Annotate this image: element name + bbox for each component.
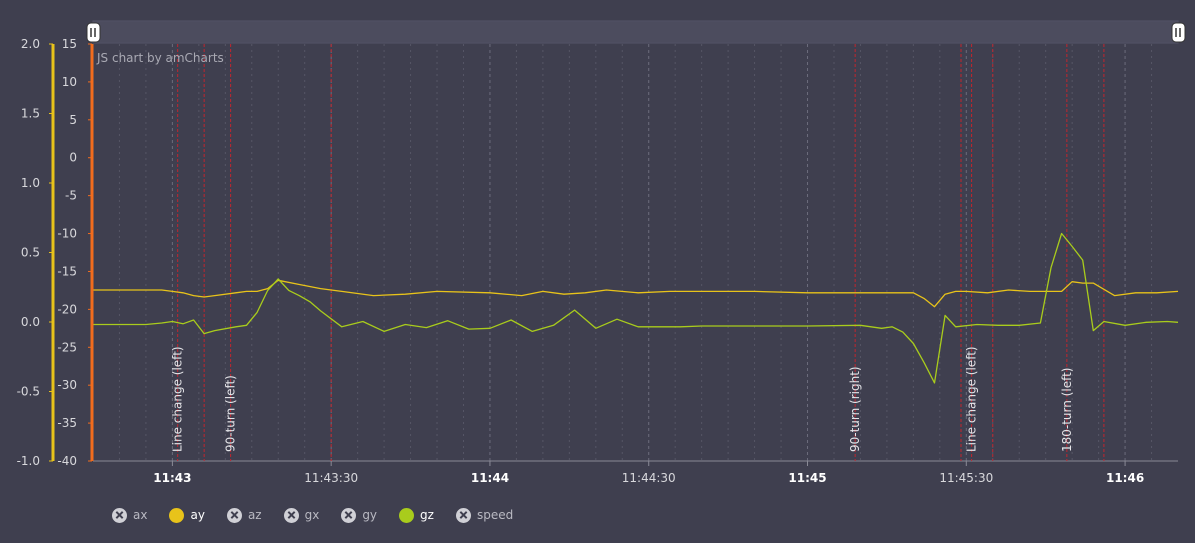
y-axis-left-tick-label: 2.0 — [21, 37, 40, 51]
guide-label: 180-turn (left) — [1060, 368, 1074, 453]
legend-item-gy[interactable]: gy — [341, 507, 378, 523]
y-axis-inner-tick-label: -40 — [57, 454, 77, 468]
legend-item-label: ax — [133, 508, 148, 522]
y-axis-inner-tick-label: 10 — [62, 75, 77, 89]
x-axis-tick-label: 11:46 — [1106, 471, 1144, 485]
grip-handle-icon — [86, 22, 101, 43]
scrollbar-handle-left[interactable] — [86, 22, 101, 43]
y-axis-inner-tick-label: -30 — [57, 378, 77, 392]
legend-item-ay[interactable]: ay — [169, 507, 205, 523]
y-axis-left-tick-label: 1.5 — [21, 107, 40, 121]
chart-credit[interactable]: JS chart by amCharts — [96, 51, 224, 65]
legend-item-label: speed — [476, 508, 514, 522]
y-axis-inner-tick-label: 15 — [62, 37, 77, 51]
legend-disabled-icon — [226, 507, 242, 523]
x-axis-tick-label: 11:45 — [788, 471, 826, 485]
legend-disabled-icon — [341, 507, 357, 523]
x-axis-tick-label: 11:44:30 — [622, 471, 676, 485]
legend-item-label: az — [247, 508, 262, 522]
legend-item-ax[interactable]: ax — [112, 507, 148, 523]
legend-item-speed[interactable]: speed — [455, 507, 514, 523]
guide-label: 90-turn (right) — [848, 366, 862, 452]
legend-item-label: gz — [420, 508, 434, 522]
x-axis-tick-label: 11:44 — [471, 471, 509, 485]
legend-item-az[interactable]: az — [226, 507, 262, 523]
y-axis-inner-tick-label: -5 — [65, 189, 77, 203]
y-axis-left-tick-label: 1.0 — [21, 176, 40, 190]
y-axis-left-tick-label: 0.0 — [21, 315, 40, 329]
grip-handle-icon — [1171, 22, 1186, 43]
y-axis-inner-tick-label: -25 — [57, 340, 77, 354]
guide-label: 90-turn (left) — [224, 375, 238, 452]
scrollbar-thumb[interactable] — [93, 21, 1178, 43]
y-axis-inner-tick-label: -10 — [57, 227, 77, 241]
legend-disabled-icon — [112, 507, 127, 523]
chart-area: Line change (left) 90-turn (left) 90-turn … — [17, 20, 1186, 485]
legend-disabled-icon — [455, 507, 471, 523]
x-axis-tick-label: 11:45:30 — [939, 471, 993, 485]
guide-label: Line change (left) — [965, 346, 979, 452]
y-axis-inner-tick-label: -20 — [57, 302, 77, 316]
y-axis-left-tick-label: -0.5 — [17, 385, 40, 399]
y-axis-inner-tick-label: -15 — [57, 264, 77, 278]
y-axis-inner-tick-label: 5 — [69, 113, 77, 127]
legend-marker-icon — [399, 507, 415, 523]
legend-item-label: gy — [362, 508, 378, 522]
x-axis-tick-label: 11:43:30 — [304, 471, 358, 485]
legend-marker-icon — [169, 507, 185, 523]
legend-item-label: gx — [304, 508, 320, 522]
guide-label: Line change (left) — [171, 346, 185, 452]
y-axis-inner-tick-label: -35 — [57, 416, 77, 430]
legend-item-label: ay — [190, 508, 205, 522]
x-axis-tick-label: 11:43 — [153, 471, 191, 485]
y-axis-left-tick-label: -1.0 — [17, 454, 40, 468]
scrollbar-handle-right[interactable] — [1171, 22, 1186, 43]
legend-disabled-icon — [283, 507, 299, 523]
legend: ax ay az gx gy gz speed — [112, 505, 535, 525]
scrollbar[interactable] — [86, 20, 1186, 44]
y-axis-inner-tick-label: 0 — [69, 151, 77, 165]
legend-item-gz[interactable]: gz — [399, 507, 434, 523]
y-axis-left-tick-label: 0.5 — [21, 246, 40, 260]
plot-background — [93, 44, 1178, 461]
grid-layer — [93, 44, 1178, 462]
legend-item-gx[interactable]: gx — [283, 507, 320, 523]
